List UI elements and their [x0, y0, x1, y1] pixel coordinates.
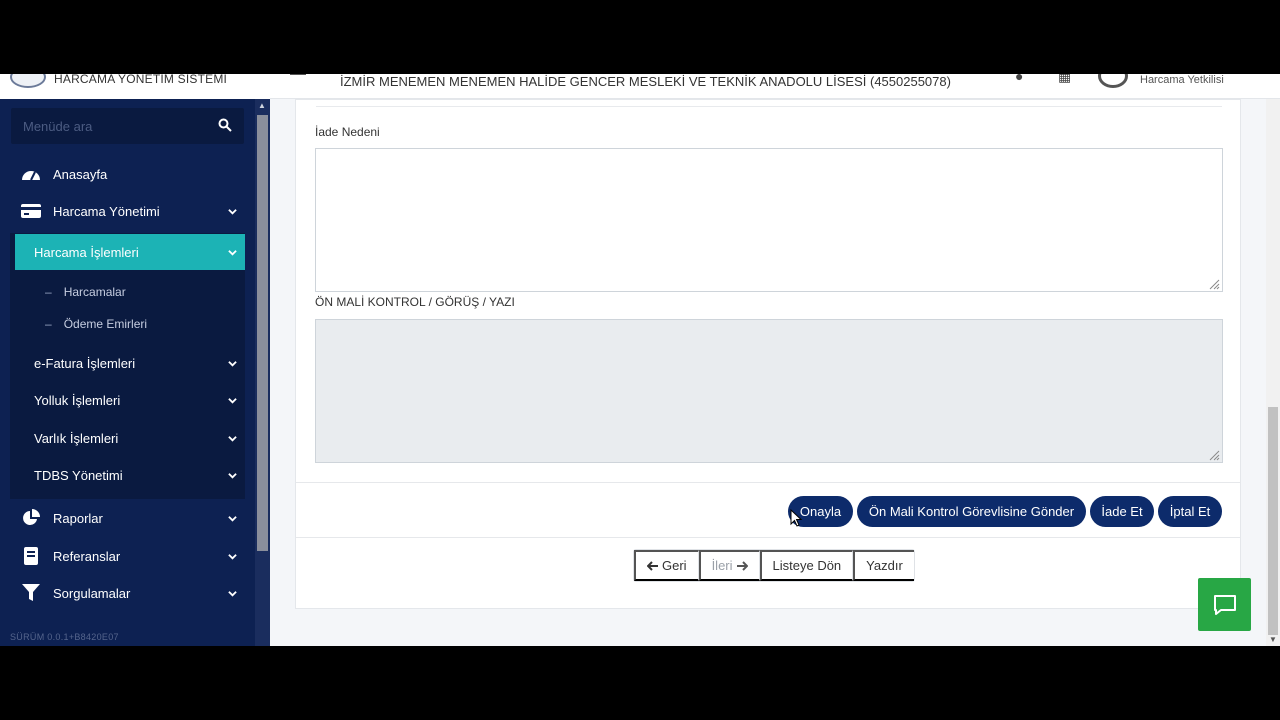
sidebar-item-label: Sorgulamalar	[53, 585, 131, 601]
sidebar-item-references[interactable]: Referanslar	[0, 538, 255, 574]
scroll-down-arrow-icon[interactable]: ▼	[1269, 635, 1277, 644]
chat-bubble-icon	[1213, 594, 1236, 615]
sidebar-item-label: Raporlar	[53, 510, 103, 526]
sidebar-item-travel[interactable]: Yolluk İşlemleri	[15, 382, 245, 418]
pie-chart-icon	[20, 508, 42, 528]
cancel-button[interactable]: İptal Et	[1158, 496, 1222, 527]
sidebar-item-label: Anasayfa	[53, 166, 108, 182]
chat-button[interactable]	[1198, 578, 1251, 631]
sidebar-scroll-thumb[interactable]	[257, 115, 268, 551]
form-panel: İade Nedeni ÖN MALİ KONTROL / GÖRÜŞ / YA…	[295, 99, 1241, 609]
globe-icon[interactable]: ●	[1015, 74, 1023, 84]
user-avatar-icon[interactable]	[1098, 74, 1128, 88]
sidebar-item-label: Referanslar	[53, 548, 121, 564]
back-button[interactable]: Geri	[634, 550, 699, 581]
divider	[316, 106, 1222, 107]
chevron-down-icon	[228, 249, 237, 256]
hamburger-menu-icon[interactable]	[290, 74, 306, 75]
chevron-down-icon	[228, 590, 237, 597]
filter-icon	[20, 583, 42, 603]
sidebar-item-label: Ödeme Emirleri	[63, 317, 148, 331]
next-label: İleri	[711, 558, 733, 573]
ministry-logo-icon	[10, 74, 46, 88]
resize-grip-icon[interactable]	[1208, 449, 1220, 461]
search-icon[interactable]	[218, 118, 232, 132]
return-reason-textarea[interactable]	[315, 148, 1223, 292]
sidebar-item-label: Harcama Yönetimi	[53, 203, 160, 219]
apps-grid-icon[interactable]: ▦	[1058, 74, 1071, 85]
back-label: Geri	[662, 558, 687, 573]
sidebar-item-label: Varlık İşlemleri	[34, 430, 119, 446]
credit-card-icon	[20, 201, 42, 221]
sidebar-item-label: Harcamalar	[63, 285, 126, 299]
return-button[interactable]: İade Et	[1090, 496, 1154, 527]
sidebar-item-efatura[interactable]: e-Fatura İşlemleri	[15, 345, 245, 381]
bullet-dash: –	[45, 285, 52, 299]
sidebar-item-spending-management[interactable]: Harcama Yönetimi	[0, 193, 255, 229]
dashboard-gauge-icon	[20, 164, 42, 184]
sidebar-item-tdbs[interactable]: TDBS Yönetimi	[15, 457, 245, 493]
arrow-right-icon	[736, 560, 748, 571]
chevron-down-icon	[228, 360, 237, 367]
sidebar: Anasayfa Harcama Yönetimi Harcama İşleml…	[0, 99, 270, 646]
pre-control-textarea	[315, 319, 1223, 463]
chevron-down-icon	[228, 435, 237, 442]
sidebar-item-label: Yolluk İşlemleri	[34, 392, 121, 408]
pre-control-label: ÖN MALİ KONTROL / GÖRÜŞ / YAZI	[315, 295, 515, 309]
sidebar-item-label: e-Fatura İşlemleri	[34, 355, 136, 371]
letterbox-bottom	[0, 646, 1280, 720]
menu-search-input[interactable]	[11, 108, 211, 144]
app-window: HARCAMA YÖNETİM SİSTEMİ İZMİR MENEMEN ME…	[0, 74, 1280, 646]
print-button[interactable]: Yazdır	[853, 550, 914, 581]
sidebar-item-payment-orders[interactable]: – Ödeme Emirleri	[45, 312, 147, 336]
resize-grip-icon[interactable]	[1208, 278, 1220, 290]
chevron-down-icon	[228, 515, 237, 522]
send-pre-control-button[interactable]: Ön Mali Kontrol Görevlisine Gönder	[857, 496, 1086, 527]
sidebar-item-assets[interactable]: Varlık İşlemleri	[15, 420, 245, 456]
sidebar-item-label: TDBS Yönetimi	[34, 467, 123, 483]
school-name: İZMİR MENEMEN MENEMEN HALİDE GENCER MESL…	[340, 74, 951, 89]
sidebar-search	[11, 108, 244, 144]
arrow-left-icon	[647, 560, 658, 571]
sidebar-item-label: Harcama İşlemleri	[34, 244, 139, 260]
user-role: Harcama Yetkilisi	[1140, 74, 1224, 86]
sidebar-item-home[interactable]: Anasayfa	[0, 156, 255, 192]
sidebar-item-reports[interactable]: Raporlar	[0, 500, 255, 536]
sidebar-item-spendings[interactable]: – Harcamalar	[45, 280, 126, 304]
app-title: HARCAMA YÖNETİM SİSTEMİ	[54, 74, 228, 86]
sidebar-scrollbar[interactable]: ▲	[255, 99, 270, 646]
action-bar: Onayla Ön Mali Kontrol Görevlisine Gönde…	[296, 482, 1240, 538]
top-header: HARCAMA YÖNETİM SİSTEMİ İZMİR MENEMEN ME…	[0, 74, 1280, 99]
chevron-down-icon	[228, 472, 237, 479]
next-button[interactable]: İleri	[698, 550, 760, 581]
chevron-down-icon	[228, 397, 237, 404]
navigation-pager: Geri İleri Listeye Dön Yazdır	[633, 549, 915, 582]
back-to-list-button[interactable]: Listeye Dön	[759, 550, 854, 581]
page-scroll-thumb[interactable]	[1268, 407, 1278, 635]
chevron-down-icon	[228, 208, 237, 215]
page-scrollbar[interactable]: ▼	[1266, 99, 1280, 646]
sidebar-item-queries[interactable]: Sorgulamalar	[0, 575, 255, 611]
bullet-dash: –	[45, 317, 52, 331]
return-reason-label: İade Nedeni	[315, 125, 380, 139]
chevron-down-icon	[228, 553, 237, 560]
version-label: SÜRÜM 0.0.1+B8420E07	[10, 632, 119, 642]
scroll-up-arrow-icon[interactable]: ▲	[258, 101, 266, 110]
sidebar-item-spending-operations[interactable]: Harcama İşlemleri	[15, 234, 245, 270]
book-icon	[20, 546, 42, 566]
mouse-cursor-icon	[790, 509, 802, 527]
brand: HARCAMA YÖNETİM SİSTEMİ	[0, 74, 270, 99]
letterbox-top	[0, 0, 1280, 74]
